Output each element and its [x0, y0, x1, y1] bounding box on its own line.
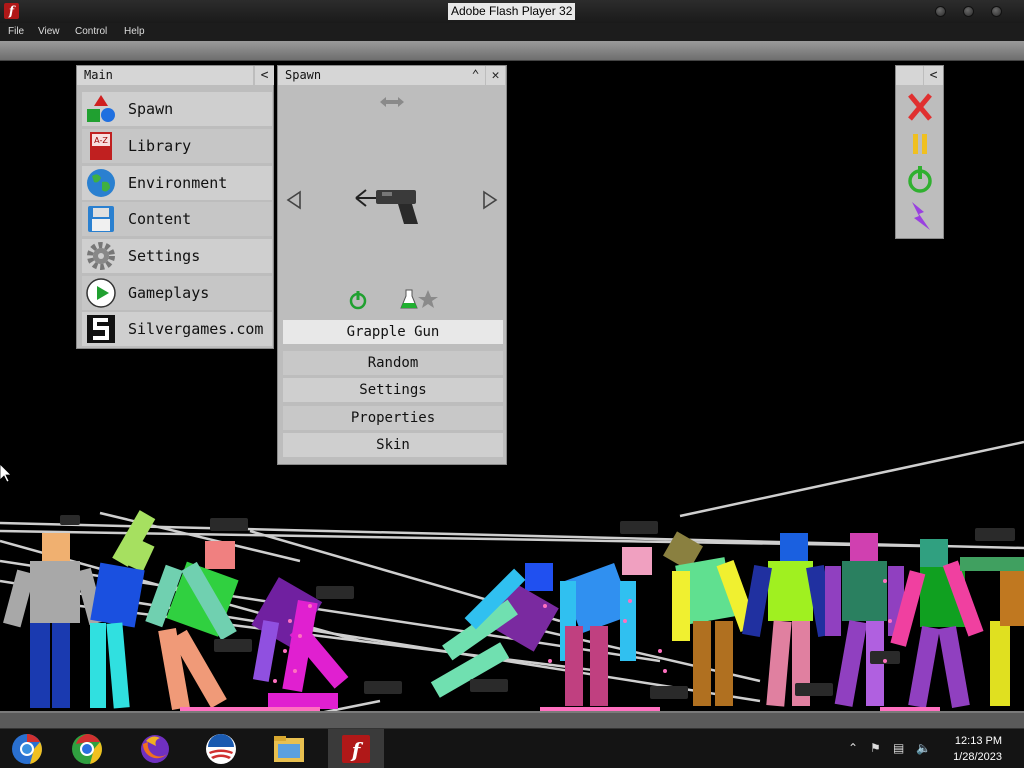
menu-item-label: Settings — [128, 247, 201, 265]
clock-date[interactable]: 1/28/2023 — [953, 751, 1002, 763]
show-hidden-icons-button[interactable]: ⌃ — [848, 741, 858, 755]
tool-panel-header — [896, 66, 923, 85]
next-item-button[interactable] — [482, 190, 498, 210]
collapse-tools-button[interactable]: < — [924, 66, 943, 85]
menu-bar: File View Control Help — [0, 23, 1024, 41]
menu-item-label: Silvergames.com — [128, 320, 264, 338]
main-panel: Main < Spawn A-Z Library Environment Con… — [76, 65, 274, 349]
close-icon[interactable] — [900, 90, 940, 124]
menu-item-gameplays[interactable]: Gameplays — [82, 276, 272, 310]
flash-player-icon[interactable]: f — [339, 732, 373, 766]
volume-icon[interactable]: 🔈 — [916, 741, 931, 755]
game-top-bar — [0, 41, 1024, 61]
skin-button[interactable]: Skin — [283, 433, 503, 457]
chevron-up-icon[interactable]: ⌃ — [466, 66, 485, 85]
menu-item-label: Spawn — [128, 100, 174, 118]
power-icon[interactable] — [348, 290, 368, 310]
menu-view[interactable]: View — [38, 26, 60, 37]
taskbar: f ⌃ ⚑ ▤ 🔈 12:13 PM 1/28/2023 — [0, 728, 1024, 768]
svg-text:A-Z: A-Z — [94, 136, 108, 145]
selected-item-label[interactable]: Grapple Gun — [283, 320, 503, 344]
menu-item-silvergames[interactable]: Silvergames.com — [82, 312, 272, 346]
spawn-panel: Spawn ⌃ ✕ Grapple Gun Random Settings Pr… — [277, 65, 507, 465]
main-panel-title: Main — [77, 66, 253, 85]
close-window-button[interactable] — [991, 6, 1002, 17]
chrome-beta-icon[interactable] — [10, 732, 44, 766]
close-spawn-button[interactable]: ✕ — [486, 66, 505, 85]
ground — [0, 711, 1024, 728]
menu-item-spawn[interactable]: Spawn — [82, 92, 272, 126]
silvergames-logo-icon — [87, 315, 115, 343]
menu-item-environment[interactable]: Environment — [82, 166, 272, 200]
title-bar: f Adobe Flash Player 32 — [0, 0, 1024, 23]
resize-arrow-icon[interactable] — [378, 94, 406, 110]
clock-time[interactable]: 12:13 PM — [955, 735, 1002, 747]
floppy-icon — [88, 206, 114, 232]
globe-icon — [87, 169, 115, 197]
minimize-button[interactable] — [935, 6, 946, 17]
random-button[interactable]: Random — [283, 351, 503, 375]
file-explorer-icon[interactable] — [272, 732, 306, 766]
menu-control[interactable]: Control — [75, 26, 107, 37]
book-icon: A-Z — [90, 132, 112, 160]
menu-item-label: Gameplays — [128, 284, 210, 302]
previous-item-button[interactable] — [286, 190, 302, 210]
lightning-icon[interactable] — [900, 200, 940, 234]
chrome-icon[interactable] — [70, 732, 104, 766]
tool-panel: < — [895, 65, 944, 239]
network-icon[interactable]: ▤ — [893, 741, 904, 755]
gear-icon — [87, 242, 115, 270]
menu-help[interactable]: Help — [124, 26, 145, 37]
maximize-button[interactable] — [963, 6, 974, 17]
menu-file[interactable]: File — [8, 26, 24, 37]
window-title: Adobe Flash Player 32 — [448, 3, 576, 20]
menu-item-library[interactable]: A-Z Library — [82, 129, 272, 163]
flash-app-icon: f — [4, 3, 19, 19]
pause-icon[interactable] — [900, 127, 940, 161]
menu-item-settings[interactable]: Settings — [82, 239, 272, 273]
grapple-gun-preview-icon — [355, 189, 418, 224]
shapes-icon — [87, 95, 115, 122]
flask-star-icon[interactable] — [400, 288, 438, 310]
menu-item-label: Environment — [128, 174, 228, 192]
game-stage[interactable]: Main < Spawn A-Z Library Environment Con… — [0, 61, 1024, 728]
settings-button[interactable]: Settings — [283, 378, 503, 402]
firefox-icon[interactable] — [138, 732, 172, 766]
play-icon — [86, 278, 116, 308]
menu-item-label: Library — [128, 137, 192, 155]
power-icon[interactable] — [900, 163, 940, 197]
menu-item-content[interactable]: Content — [82, 202, 272, 236]
properties-button[interactable]: Properties — [283, 406, 503, 430]
menu-item-label: Content — [128, 210, 192, 228]
flag-icon[interactable]: ⚑ — [870, 741, 881, 755]
obama-logo-icon[interactable] — [204, 732, 238, 766]
collapse-main-button[interactable]: < — [255, 66, 274, 85]
mouse-cursor-icon — [0, 464, 12, 482]
spawn-panel-title: Spawn — [278, 66, 466, 85]
